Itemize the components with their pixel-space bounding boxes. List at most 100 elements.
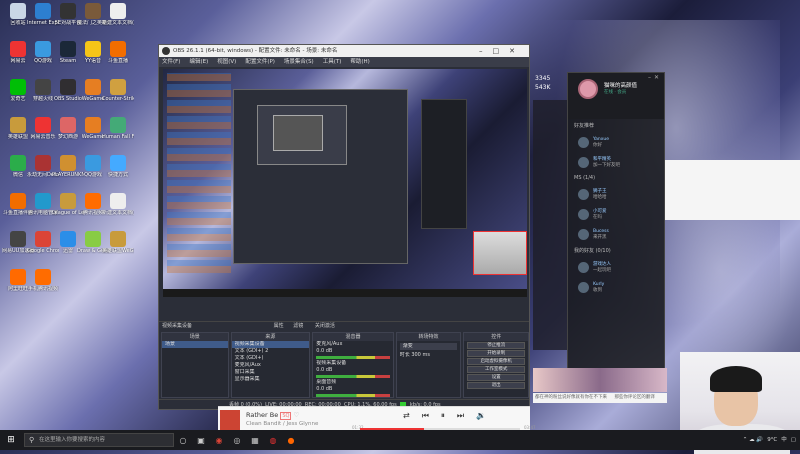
desktop-icon-label: 新建文本文档(2): [102, 20, 134, 26]
desktop-icon-glyph: [110, 193, 126, 209]
album-cover[interactable]: [220, 410, 240, 430]
contact-message: 你好: [593, 142, 602, 148]
filters-button[interactable]: 滤镜: [293, 323, 303, 329]
player-controls[interactable]: ⇄⏮⏸⏭🔉: [403, 411, 498, 421]
chat-section-header[interactable]: 好友推荐: [568, 119, 664, 132]
quality-badge: SQ: [280, 412, 292, 420]
transition-select[interactable]: 渐变: [399, 343, 458, 350]
desktop-icon[interactable]: 斗鱼直播: [102, 40, 134, 76]
desktop-icon[interactable]: 手机腾讯视频: [27, 268, 59, 304]
obs-window[interactable]: OBS 26.1.1 (64-bit, windows) - 配置文件: 未命名…: [158, 44, 530, 410]
menu-item[interactable]: 视图(V): [217, 57, 236, 67]
desktop-icon-glyph: [10, 79, 26, 95]
desktop-icon-glyph: [60, 117, 76, 133]
desktop-icon[interactable]: 新建文本文档(2): [102, 2, 134, 38]
source-item[interactable]: 显示器采集: [232, 376, 310, 383]
source-item[interactable]: 视频采集设备: [231, 341, 310, 348]
desktop-icon-glyph: [110, 3, 126, 19]
control-button[interactable]: 停止推流: [467, 342, 526, 349]
obs-preview[interactable]: [163, 69, 527, 297]
menu-item[interactable]: 场景集合(S): [284, 57, 314, 67]
avatar[interactable]: [578, 79, 598, 99]
volume-icon[interactable]: 🔉: [476, 411, 498, 420]
taskbar-app-icon[interactable]: ▣: [192, 431, 210, 449]
source-item[interactable]: 文本 (GDI+): [232, 355, 310, 362]
desktop-icon[interactable]: 快捷方式: [102, 154, 134, 190]
chat-contact[interactable]: 和平精英 加一下好友吧: [568, 152, 664, 172]
desktop-icon-glyph: [35, 3, 51, 19]
douyu-icon[interactable]: ●: [282, 431, 300, 449]
menu-item[interactable]: 配置文件(P): [245, 57, 275, 67]
chat-section-header[interactable]: 我的好友 (0/10): [568, 244, 664, 257]
audio-meter[interactable]: [316, 394, 390, 397]
deactivate-button[interactable]: 关闭激活: [315, 323, 335, 329]
chat-contact[interactable]: Bucess 来开黑: [568, 224, 664, 244]
shuffle-icon[interactable]: ⇄: [403, 411, 422, 420]
prev-icon[interactable]: ⏮: [422, 411, 441, 420]
window-controls[interactable]: –□✕: [479, 45, 525, 57]
notification-icon[interactable]: ▢: [791, 430, 796, 450]
contact-avatar: [578, 156, 589, 168]
desktop-icon-label: 斗鱼直播: [107, 58, 128, 64]
chat-contact[interactable]: 狮子王 哈哈哈: [568, 184, 664, 204]
windows-start-icon[interactable]: ⊞: [0, 430, 22, 450]
tray-icons[interactable]: ⌃ ☁ 🔊: [743, 430, 763, 450]
control-button[interactable]: 退出: [467, 382, 526, 389]
chrome-icon[interactable]: ◉: [210, 431, 228, 449]
desktop-icon-glyph: [85, 79, 101, 95]
chat-contact[interactable]: Yanxue 你好: [568, 132, 664, 152]
contact-message: 来开黑: [593, 234, 607, 240]
input-language[interactable]: 中: [781, 430, 787, 450]
chat-contact[interactable]: 游戏达人 一起玩吧: [568, 257, 664, 277]
audio-meter[interactable]: [316, 375, 390, 378]
properties-button[interactable]: 属性: [274, 323, 284, 329]
menu-item[interactable]: 帮助(H): [350, 57, 369, 67]
chat-window-controls[interactable]: –✕: [648, 74, 662, 81]
controls-buttons: 停止推流 开始录制 启动虚拟摄像机 工作室模式 设置 退出: [464, 341, 528, 390]
menu-item[interactable]: 文件(F): [162, 57, 180, 67]
contact-message: 收到: [593, 287, 602, 293]
desktop-icons: 回收站Internet Explorer5E对战平台魔法门之英雄无敌3新建文本文…: [0, 0, 134, 430]
like-icon[interactable]: ♡: [294, 411, 300, 419]
video-thumbnail[interactable]: [533, 368, 667, 392]
task-view-icon[interactable]: ○: [174, 431, 192, 449]
pause-icon[interactable]: ⏸: [441, 411, 457, 420]
taskbar-search[interactable]: 在这里输入你要搜索的内容: [24, 433, 174, 447]
control-button[interactable]: 开始录制: [467, 350, 526, 357]
menu-item[interactable]: 工具(T): [323, 57, 342, 67]
chat-contact[interactable]: Kurly 收到: [568, 277, 664, 297]
control-button[interactable]: 启动虚拟摄像机: [467, 358, 526, 365]
desktop-icon-glyph: [60, 231, 76, 247]
chat-section-header[interactable]: MS (1/4): [568, 172, 664, 184]
taskbar-app-icon-2[interactable]: ▦: [246, 431, 264, 449]
contact-message: 一起玩吧: [593, 268, 611, 273]
contact-message: 哈哈哈: [593, 195, 607, 200]
chat-list: 好友推荐 Yanxue 你好 和平精英 加一下好友吧 MS (1/4) 狮子王 哈哈哈 小可爱在…: [568, 119, 664, 297]
menu-item[interactable]: 编辑(E): [189, 57, 208, 67]
desktop-icon-glyph: [35, 269, 51, 285]
desktop-icon-glyph: [85, 3, 101, 19]
chat-contact[interactable]: 小可爱 在吗: [568, 204, 664, 224]
source-item[interactable]: 窗口采集: [232, 369, 310, 376]
desktop-icon-glyph: [110, 79, 126, 95]
source-item[interactable]: 麦克风/Aux: [232, 362, 310, 369]
desktop-icon[interactable]: Human Fall Flat: [102, 116, 134, 152]
mixer-label: 0.0 dB: [316, 348, 333, 354]
transitions-dock: 转场特效 渐变 时长 300 ms: [395, 332, 462, 398]
control-button[interactable]: 工作室模式: [467, 366, 526, 373]
obs-taskbar-icon[interactable]: ◎: [228, 431, 246, 449]
audio-meter[interactable]: [316, 356, 390, 359]
source-item[interactable]: 文本 (GDI+) 2: [232, 348, 310, 355]
next-icon[interactable]: ⏭: [457, 411, 476, 420]
obs-titlebar[interactable]: OBS 26.1.1 (64-bit, windows) - 配置文件: 未命名…: [159, 45, 529, 57]
scene-item[interactable]: 场景: [162, 341, 228, 348]
desktop-icon[interactable]: Counter-Strike Global Off...: [102, 78, 134, 114]
source-toolbar-label: 视频采集设备: [162, 323, 193, 329]
control-button[interactable]: 设置: [467, 374, 526, 381]
transition-duration[interactable]: 时长 300 ms: [397, 352, 461, 359]
mixer-label: 视频采集设备: [316, 360, 347, 366]
chat-window[interactable]: 猫咪的高颜值 在线 · 会员 –✕ 好友推荐 Yanxue 你好 和平精英 加一下好友吧…: [567, 72, 665, 370]
netease-music-icon[interactable]: ◍: [264, 431, 282, 449]
desktop-icon[interactable]: 新建文本文档(3): [102, 192, 134, 228]
desktop-icon[interactable]: 英雄联盟WeGame版: [102, 230, 134, 266]
